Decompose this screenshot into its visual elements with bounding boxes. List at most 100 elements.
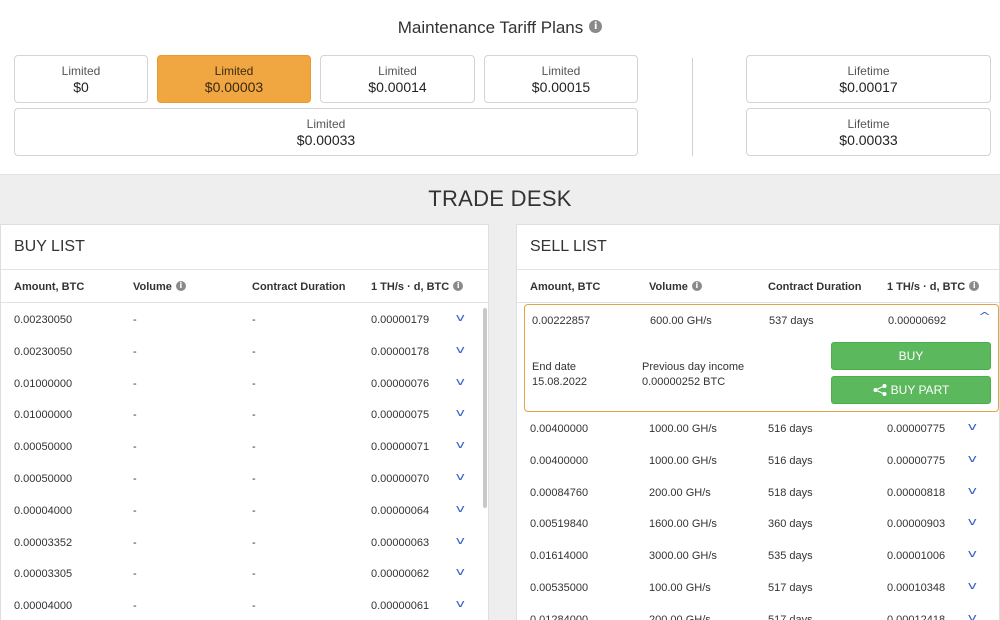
info-icon[interactable]: i [969, 281, 980, 292]
cell-price: 0.00000075 [371, 409, 430, 422]
cell-price: 0.00000178 [371, 345, 430, 358]
chevron-down-icon[interactable]: v [456, 311, 465, 324]
cell-amount: 0.00004000 [14, 504, 73, 517]
buy-list-title: BUY LIST [1, 225, 488, 270]
chevron-down-icon[interactable]: v [968, 611, 977, 620]
cell-duration: - [252, 441, 256, 454]
cell-volume: - [133, 314, 137, 326]
plans-divider [692, 58, 693, 156]
table-row[interactable]: 0.00004000 - - 0.00000061 v [1, 591, 483, 620]
cell-amount: 0.00535000 [530, 582, 589, 594]
chevron-down-icon[interactable]: v [456, 597, 465, 610]
table-row[interactable]: 0.01000000 - - 0.00000075 v [1, 400, 483, 430]
info-icon[interactable]: i [589, 20, 603, 34]
cell-amount: 0.01614000 [530, 550, 589, 563]
cell-amount: 0.00400000 [530, 454, 589, 467]
table-row[interactable]: 0.00230050 - - 0.00000178 v [1, 337, 483, 367]
cell-volume: - [133, 441, 137, 454]
share-icon [873, 383, 887, 396]
chevron-down-icon[interactable]: v [456, 375, 465, 388]
chevron-up-icon[interactable]: ^ [978, 310, 991, 323]
cell-duration: 517 days [768, 582, 813, 594]
chevron-down-icon[interactable]: v [968, 579, 977, 592]
plan-price: $0.00017 [839, 79, 898, 95]
plan-card[interactable]: Limited $0 [14, 55, 148, 103]
chevron-down-icon[interactable]: v [456, 534, 465, 547]
cell-duration: - [252, 473, 256, 485]
cell-price: 0.00000063 [371, 536, 430, 549]
cell-volume: 1000.00 GH/s [649, 423, 717, 435]
cell-price: 0.00000179 [371, 314, 430, 326]
buy-button[interactable]: BUY [831, 342, 991, 370]
offer-amount: 0.00222857 [532, 315, 591, 327]
plan-card-lifetime[interactable]: Lifetime $0.00033 [746, 108, 991, 156]
cell-price: 0.00010348 [887, 582, 946, 594]
col-price: 1 TH/s · d, BTC i [371, 281, 464, 293]
chevron-down-icon[interactable]: v [968, 420, 977, 433]
cell-duration: - [252, 314, 256, 326]
cell-volume: 100.00 GH/s [649, 582, 711, 594]
table-row[interactable]: 0.00050000 - - 0.00000071 v [1, 432, 483, 462]
table-row[interactable]: 0.01614000 3000.00 GH/s 535 days 0.00001006… [517, 541, 995, 571]
chevron-down-icon[interactable]: v [456, 502, 465, 515]
table-row[interactable]: 0.01284000 200.00 GH/s 517 days 0.00012418 v [517, 605, 995, 620]
table-row[interactable]: 0.00084760 200.00 GH/s 518 days 0.00000818 v [517, 478, 995, 508]
cell-amount: 0.00519840 [530, 518, 589, 531]
plan-price: $0.00033 [296, 132, 356, 148]
cell-amount: 0.00400000 [530, 423, 589, 435]
cell-duration: 516 days [768, 454, 813, 467]
col-duration: Contract Duration [252, 281, 346, 293]
table-row[interactable]: 0.00004000 - - 0.00000064 v [1, 496, 483, 526]
chevron-down-icon[interactable]: v [456, 470, 465, 483]
chevron-down-icon[interactable]: v [456, 343, 465, 356]
cell-amount: 0.00230050 [14, 314, 73, 326]
col-volume: Volume i [649, 281, 702, 293]
info-icon[interactable]: i [453, 281, 464, 292]
buy-part-button[interactable]: BUY PART [831, 376, 991, 404]
plan-card[interactable]: Limited $0.00033 [14, 108, 638, 156]
cell-duration: - [252, 600, 256, 613]
table-row[interactable]: 0.00003305 - - 0.00000062 v [1, 559, 483, 589]
col-amount: Amount, BTC [530, 281, 601, 293]
cell-duration: - [252, 568, 256, 581]
chevron-down-icon[interactable]: v [968, 515, 977, 528]
cell-duration: 360 days [768, 518, 813, 531]
chevron-down-icon[interactable]: v [968, 484, 977, 497]
chevron-down-icon[interactable]: v [456, 565, 465, 578]
info-icon[interactable]: i [691, 281, 702, 292]
cell-price: 0.00000070 [371, 473, 430, 485]
chevron-down-icon[interactable]: v [456, 438, 465, 451]
cell-price: 0.00000061 [371, 600, 430, 613]
col-price: 1 TH/s · d, BTC i [887, 281, 980, 293]
table-row[interactable]: 0.00400000 1000.00 GH/s 516 days 0.00000775… [517, 446, 995, 476]
table-row[interactable]: 0.00230050 - - 0.00000179 v [1, 305, 483, 335]
cell-volume: - [133, 536, 137, 549]
cell-volume: 1000.00 GH/s [649, 454, 717, 467]
table-row[interactable]: 0.00519840 1600.00 GH/s 360 days 0.00000903… [517, 509, 995, 539]
plan-card[interactable]: Limited $0.00015 [484, 55, 638, 103]
info-icon[interactable]: i [175, 281, 186, 292]
plan-label: Limited [378, 64, 417, 78]
plan-card[interactable]: Limited $0.00014 [320, 55, 475, 103]
plan-card-lifetime[interactable]: Lifetime $0.00017 [746, 55, 991, 103]
cell-amount: 0.00050000 [14, 441, 73, 454]
income-value: 0.00000252 BTC [642, 376, 726, 388]
cell-price: 0.00000775 [887, 423, 946, 435]
table-row[interactable]: 0.00050000 - - 0.00000070 v [1, 464, 483, 494]
cell-amount: 0.01000000 [14, 409, 73, 422]
chevron-down-icon[interactable]: v [456, 406, 465, 419]
sell-list-columns: Amount, BTC Volume i Contract Duration 1 … [517, 270, 999, 303]
col-duration: Contract Duration [768, 281, 862, 293]
tariff-panel: Maintenance Tariff Plans i Limited $0 Lim… [0, 0, 1000, 175]
plan-card-selected[interactable]: Limited $0.00003 [157, 55, 311, 103]
table-row[interactable]: 0.00400000 1000.00 GH/s 516 days 0.00000775… [517, 414, 995, 444]
chevron-down-icon[interactable]: v [968, 547, 977, 560]
cell-duration: 516 days [768, 423, 813, 435]
table-row[interactable]: 0.00535000 100.00 GH/s 517 days 0.00010348 v [517, 573, 995, 603]
buy-list-scrollbar[interactable] [483, 308, 487, 508]
chevron-down-icon[interactable]: v [968, 452, 977, 465]
table-row[interactable]: 0.01000000 - - 0.00000076 v [1, 369, 483, 399]
cell-volume: 200.00 GH/s [649, 613, 711, 620]
table-row[interactable]: 0.00003352 - - 0.00000063 v [1, 528, 483, 558]
plan-label: Lifetime [847, 117, 890, 131]
